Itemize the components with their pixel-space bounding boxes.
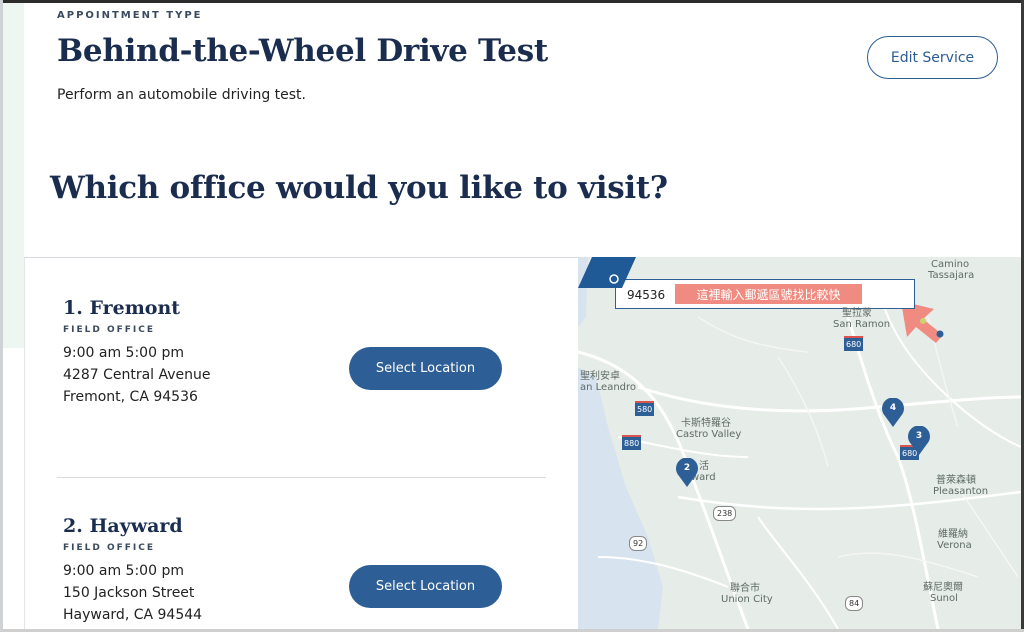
highway-shield-icon: 680: [844, 336, 864, 351]
select-location-button-fremont[interactable]: Select Location: [349, 347, 502, 390]
office-type: FIELD OFFICE: [63, 325, 156, 335]
map-label: 普萊森頓: [936, 475, 976, 486]
map-pin-icon[interactable]: 3: [907, 426, 931, 456]
map-label: 活: [699, 461, 709, 472]
highway-shield-icon: 238: [713, 506, 737, 521]
zip-hint-banner: 這裡輸入郵遞區號找比較快: [675, 284, 862, 304]
office-name: 1. Fremont: [63, 297, 181, 319]
zip-search-input[interactable]: 94536 這裡輸入郵遞區號找比較快: [615, 279, 915, 309]
select-location-button-hayward[interactable]: Select Location: [349, 565, 502, 608]
highway-shield-icon: 84: [845, 596, 864, 611]
map-label: Castro Valley: [676, 429, 742, 440]
office-city: Fremont, CA 94536: [63, 389, 198, 405]
map-label: 聖拉蒙: [842, 308, 872, 319]
office-city: Hayward, CA 94544: [63, 607, 203, 623]
map-label: 聯合市: [730, 583, 760, 594]
map-pin-number: 4: [889, 403, 897, 413]
map-label: Camino: [931, 259, 970, 270]
appointment-type-label: APPOINTMENT TYPE: [57, 10, 203, 21]
zip-value[interactable]: 94536: [627, 288, 665, 302]
page-subtitle: Perform an automobile driving test.: [57, 87, 306, 103]
map-label: Pleasanton: [933, 486, 989, 497]
highway-shield-icon: 880: [622, 435, 642, 450]
office-map[interactable]: 94536 這裡輸入郵遞區號找比較快 → Camino Tassajara 聖拉…: [578, 257, 1021, 629]
map-label: 聖利安卓: [580, 371, 620, 382]
map-label: San Ramon: [833, 319, 891, 330]
office-list: 1. Fremont FIELD OFFICE 9:00 am 5:00 pm …: [24, 257, 579, 630]
map-label: 蘇尼奧爾: [923, 582, 963, 593]
highway-shield-icon: 92: [629, 536, 648, 551]
map-label: an Leandro: [580, 382, 637, 393]
arrow-right-icon: →: [882, 284, 897, 304]
edit-service-button[interactable]: Edit Service: [867, 36, 998, 79]
office-name: 2. Hayward: [63, 515, 183, 537]
page-title: Behind-the-Wheel Drive Test: [57, 33, 548, 69]
map-label: Tassajara: [928, 270, 975, 281]
office-question-heading: Which office would you like to visit?: [50, 170, 668, 206]
office-type: FIELD OFFICE: [63, 543, 156, 553]
left-gutter: [3, 3, 24, 348]
map-label: Verona: [937, 540, 972, 551]
map-pin-icon[interactable]: 2: [675, 458, 699, 488]
highway-shield-icon: 580: [635, 401, 655, 416]
map-pin-number: 2: [683, 463, 691, 473]
map-label: 維羅納: [938, 529, 968, 540]
map-pin-number: 3: [915, 431, 923, 441]
map-label: Union City: [721, 594, 773, 605]
office-divider: [57, 477, 546, 478]
map-label: Sunol: [930, 593, 958, 604]
map-label: 卡斯特羅谷: [681, 418, 731, 429]
search-go-button[interactable]: [578, 257, 636, 288]
map-pin-icon[interactable]: 4: [881, 398, 905, 428]
window-top-border: [0, 0, 1024, 3]
map-roads: [578, 257, 1021, 629]
